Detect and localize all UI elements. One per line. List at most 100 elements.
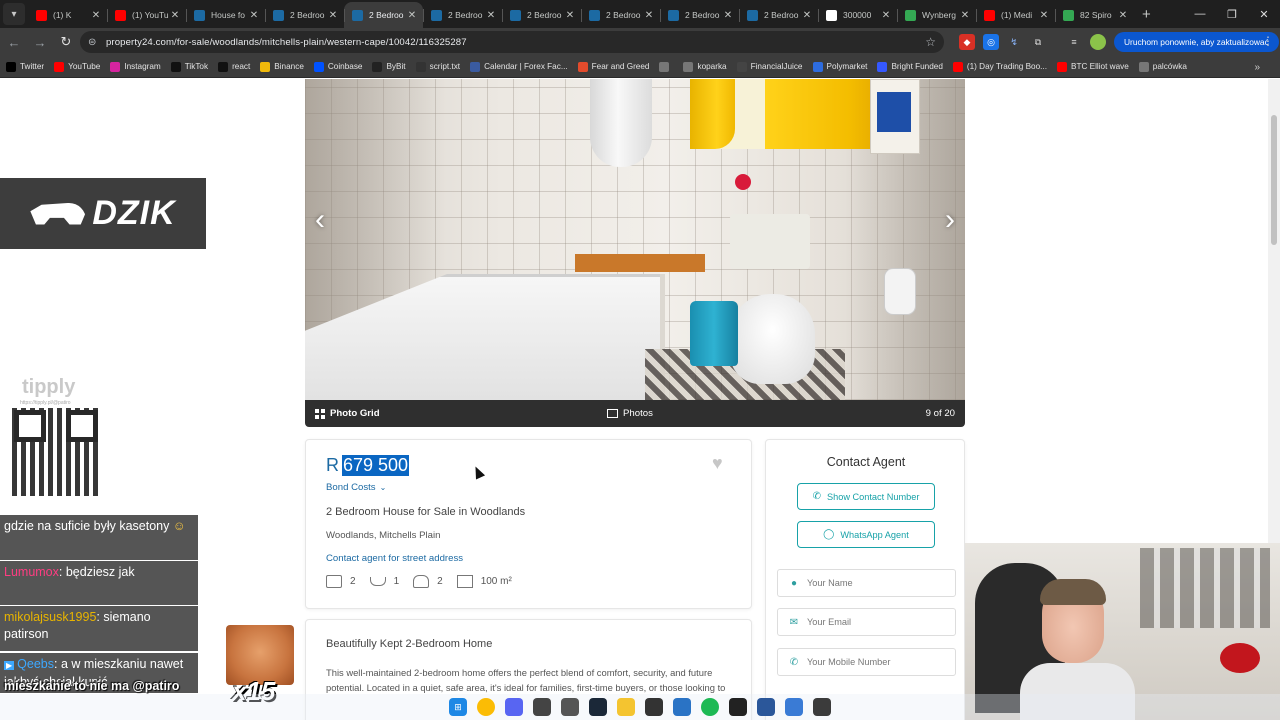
bookmark-item[interactable]: Polymarket — [812, 61, 867, 72]
next-photo-icon[interactable]: › — [945, 203, 955, 237]
browser-tab[interactable]: 300000 ✕ — [818, 2, 897, 28]
app-icon[interactable] — [561, 698, 579, 716]
browser-tab[interactable]: 2 Bedroo ✕ — [265, 2, 344, 28]
close-tab-icon[interactable]: ✕ — [644, 10, 654, 21]
bond-costs-toggle[interactable]: Bond Costs ⌄ — [326, 482, 386, 493]
close-tab-icon[interactable]: ✕ — [723, 10, 733, 21]
bookmark-item[interactable]: react — [218, 61, 250, 72]
bookmark-item[interactable]: BTC Elliot wave — [1056, 61, 1129, 72]
back-button[interactable]: ← — [2, 30, 26, 54]
bookmark-item[interactable]: Twitter — [6, 61, 44, 72]
listing-photo[interactable]: ‹ › — [305, 79, 965, 400]
browser-tab[interactable]: Wynberg ✕ — [897, 2, 976, 28]
chevron-down-icon: ⌄ — [379, 483, 387, 492]
bookmark-favicon-icon — [54, 61, 65, 72]
bookmark-item[interactable]: Fear and Greed — [577, 61, 649, 72]
photos-button[interactable]: Photos — [607, 408, 653, 419]
browser-tab[interactable]: 2 Bedroo ✕ — [660, 2, 739, 28]
bookmark-favicon-icon — [170, 61, 181, 72]
windows-start-icon[interactable]: ⊞ — [449, 698, 467, 716]
email-field[interactable]: ✉ Your Email — [777, 608, 956, 636]
bookmark-item[interactable] — [659, 61, 673, 72]
close-tab-icon[interactable]: ✕ — [802, 10, 812, 21]
mobile-field[interactable]: ✆ Your Mobile Number — [777, 648, 956, 676]
bookmark-item[interactable]: Binance — [260, 61, 304, 72]
discord-icon[interactable] — [505, 698, 523, 716]
browser-tab[interactable]: 2 Bedroo ✕ — [739, 2, 818, 28]
bookmark-item[interactable]: Instagram — [110, 61, 161, 72]
bookmark-item[interactable]: palcówka — [1138, 61, 1187, 72]
close-tab-icon[interactable]: ✕ — [1118, 10, 1128, 21]
bookmark-item[interactable]: TikTok — [170, 61, 208, 72]
name-field[interactable]: ● Your Name — [777, 569, 956, 597]
minimize-button[interactable]: — — [1184, 0, 1216, 28]
bookmark-item[interactable]: YouTube — [54, 61, 100, 72]
bookmark-favicon-icon — [577, 61, 588, 72]
browser-tab[interactable]: House fo ✕ — [186, 2, 265, 28]
close-tab-icon[interactable]: ✕ — [91, 10, 101, 21]
browser-tab[interactable]: 2 Bedroo ✕ — [502, 2, 581, 28]
media-control-icon[interactable]: ≡ — [1066, 34, 1082, 50]
close-window-button[interactable]: ✕ — [1248, 0, 1280, 28]
app-icon[interactable] — [785, 698, 803, 716]
qr-code — [12, 408, 100, 496]
translate-extension-icon[interactable]: ↯ — [1006, 34, 1022, 50]
close-tab-icon[interactable]: ✕ — [881, 10, 891, 21]
update-restart-button[interactable]: Uruchom ponownie, aby zaktualizować — [1114, 32, 1279, 52]
photo-grid-button[interactable]: Photo Grid — [315, 408, 380, 419]
app-icon[interactable] — [757, 698, 775, 716]
address-bar[interactable]: ⊜ property24.com/for-sale/woodlands/mitc… — [80, 31, 944, 53]
close-tab-icon[interactable]: ✕ — [565, 10, 575, 21]
previous-photo-icon[interactable]: ‹ — [315, 203, 325, 237]
bookmark-item[interactable]: Calendar | Forex Fac... — [470, 61, 568, 72]
extension-icon[interactable]: ◆ — [959, 34, 975, 50]
browser-tab[interactable]: 2 Bedroo ✕ — [344, 2, 423, 28]
folder-icon[interactable] — [617, 698, 635, 716]
spotify-icon[interactable] — [701, 698, 719, 716]
whatsapp-agent-button[interactable]: ◯ WhatsApp Agent — [797, 521, 935, 548]
bookmark-item[interactable]: script.txt — [415, 61, 460, 72]
app-icon[interactable] — [673, 698, 691, 716]
favourite-heart-icon[interactable]: ♥ — [712, 453, 732, 473]
browser-tab[interactable]: 2 Bedroo ✕ — [581, 2, 660, 28]
close-tab-icon[interactable]: ✕ — [1039, 10, 1049, 21]
contact-agent-address-link[interactable]: Contact agent for street address — [326, 553, 463, 564]
bookmark-item[interactable]: (1) Day Trading Boo... — [952, 61, 1047, 72]
browser-tab[interactable]: 2 Bedroo ✕ — [423, 2, 502, 28]
tab-search-button[interactable]: ▾ — [3, 3, 25, 25]
close-tab-icon[interactable]: ✕ — [328, 10, 338, 21]
bookmark-item[interactable]: Bright Funded — [877, 61, 943, 72]
browser-menu-icon[interactable]: ⋮ — [1262, 34, 1274, 48]
close-tab-icon[interactable]: ✕ — [407, 10, 417, 21]
chrome-icon[interactable] — [477, 698, 495, 716]
extension-icon[interactable]: ◎ — [983, 34, 999, 50]
close-tab-icon[interactable]: ✕ — [960, 10, 970, 21]
bookmark-item[interactable]: Coinbase — [313, 61, 362, 72]
browser-tab[interactable]: (1) YouTu ✕ — [107, 2, 186, 28]
bookmark-item[interactable]: ByBit — [372, 61, 406, 72]
browser-tab[interactable]: 82 Spiro ✕ — [1055, 2, 1134, 28]
browser-tab[interactable]: (1) K ✕ — [28, 2, 107, 28]
profile-avatar[interactable] — [1090, 34, 1106, 50]
new-tab-button[interactable]: + — [1142, 6, 1151, 23]
app-icon[interactable] — [729, 698, 747, 716]
envelope-icon: ✉ — [789, 616, 799, 628]
extensions-puzzle-icon[interactable]: ⧉ — [1030, 34, 1046, 50]
close-tab-icon[interactable]: ✕ — [170, 10, 180, 21]
forward-button[interactable]: → — [28, 30, 52, 54]
bookmark-item[interactable]: koparka — [683, 61, 727, 72]
app-icon[interactable] — [645, 698, 663, 716]
bookmark-star-icon[interactable]: ☆ — [925, 35, 936, 49]
bookmarks-overflow-icon[interactable]: » — [1254, 62, 1260, 73]
close-tab-icon[interactable]: ✕ — [249, 10, 259, 21]
maximize-button[interactable]: ❐ — [1216, 0, 1248, 28]
steam-icon[interactable] — [589, 698, 607, 716]
site-info-icon[interactable]: ⊜ — [88, 37, 102, 48]
app-icon[interactable] — [533, 698, 551, 716]
browser-tab[interactable]: (1) Medi ✕ — [976, 2, 1055, 28]
bookmark-item[interactable]: FinancialJuice — [736, 61, 803, 72]
reload-button[interactable]: ↻ — [54, 30, 78, 54]
show-contact-number-button[interactable]: ✆ Show Contact Number — [797, 483, 935, 510]
app-icon[interactable] — [813, 698, 831, 716]
close-tab-icon[interactable]: ✕ — [486, 10, 496, 21]
